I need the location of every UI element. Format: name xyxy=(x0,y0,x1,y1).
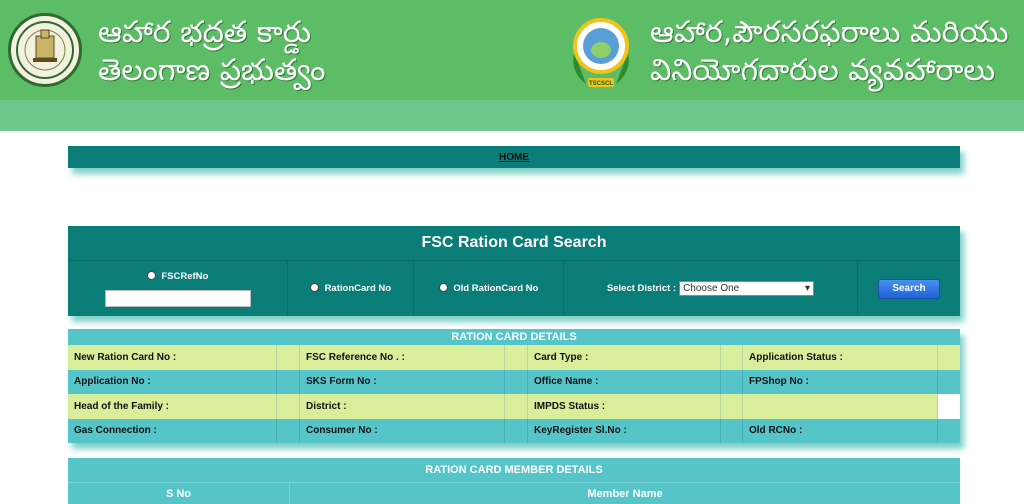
details-label: District : xyxy=(300,394,505,419)
details-label: FPShop No : xyxy=(743,369,938,394)
header-strip xyxy=(0,100,1024,131)
nav-bar: HOME xyxy=(68,146,960,168)
rationcard-radio[interactable] xyxy=(309,283,319,292)
details-label: IMPDS Status : xyxy=(528,394,721,419)
details-label: Consumer No : xyxy=(300,418,505,443)
title-left-line1: ఆహార భద్రత కార్డు xyxy=(98,15,311,50)
old-rationcard-cell: Old RationCard No xyxy=(413,260,563,316)
details-label: Gas Connection : xyxy=(68,418,277,443)
details-heading: RATION CARD DETAILS xyxy=(68,329,960,345)
tscscl-logo-icon: TSCSCL xyxy=(566,12,636,90)
district-cell: Select District : Choose One ▾ xyxy=(563,260,857,316)
page-header: ఆహార భద్రత కార్డు తెలంగాణ ప్రభుత్వం TSCS… xyxy=(0,0,1024,100)
title-left: ఆహార భద్రత కార్డు తెలంగాణ ప్రభుత్వం xyxy=(98,14,325,90)
old-rationcard-label: Old RationCard No xyxy=(453,283,539,294)
details-label: Head of the Family : xyxy=(68,394,277,419)
details-label: Application No : xyxy=(68,369,277,394)
district-selected: Choose One xyxy=(683,283,740,294)
ration-card-details: RATION CARD DETAILS New Ration Card No :… xyxy=(68,329,960,443)
details-label: FSC Reference No . : xyxy=(300,345,505,370)
search-row: FSCRefNo RationCard No Old RationCard No… xyxy=(68,260,960,316)
details-label: Old RCNo : xyxy=(743,418,938,443)
title-left-line2: తెలంగాణ ప్రభుత్వం xyxy=(98,53,326,88)
fscref-input[interactable] xyxy=(104,289,251,307)
district-select[interactable]: Choose One ▾ xyxy=(679,281,815,296)
members-col-sno: S No xyxy=(68,483,290,504)
title-right-line2: వినియోగదారుల వ్యవహారాలు xyxy=(650,53,996,88)
rationcard-label: RationCard No xyxy=(324,283,392,294)
details-label: KeyRegister Sl.No : xyxy=(528,418,721,443)
details-value xyxy=(938,370,960,395)
details-row: Gas Connection : Consumer No : KeyRegist… xyxy=(68,418,960,444)
search-panel: FSC Ration Card Search FSCRefNo RationCa… xyxy=(68,226,960,316)
details-value xyxy=(505,394,528,419)
details-label: Application Status : xyxy=(743,345,938,370)
rationcard-cell: RationCard No xyxy=(287,260,413,316)
logo-right-text: TSCSCL xyxy=(589,81,613,87)
details-value xyxy=(277,394,300,419)
details-label: SKS Form No : xyxy=(300,369,505,394)
old-rationcard-radio[interactable] xyxy=(438,283,448,292)
telangana-emblem-icon xyxy=(8,13,82,87)
details-value xyxy=(505,418,528,443)
details-value xyxy=(505,369,528,394)
search-button[interactable]: Search xyxy=(878,278,940,299)
chevron-down-icon: ▾ xyxy=(805,283,811,294)
members-col-name: Member Name xyxy=(587,487,663,500)
district-label: Select District : xyxy=(606,283,677,294)
details-label: Card Type : xyxy=(528,345,721,370)
details-row: Head of the Family : District : IMPDS St… xyxy=(68,394,960,419)
details-label: New Ration Card No : xyxy=(68,345,277,370)
details-label xyxy=(743,394,938,419)
fscref-radio[interactable] xyxy=(146,270,156,280)
details-value xyxy=(277,369,300,394)
details-value xyxy=(721,345,743,370)
title-right-line1: ఆహార,పౌరసరఫరాలు మరియు xyxy=(650,15,1009,50)
details-value xyxy=(721,394,743,419)
details-row: Application No : SKS Form No : Office Na… xyxy=(68,369,960,395)
member-details: RATION CARD MEMBER DETAILS S No Member N… xyxy=(68,458,960,504)
title-right: ఆహార,పౌరసరఫరాలు మరియు వినియోగదారుల వ్యవహ… xyxy=(650,14,1009,90)
details-row: New Ration Card No : FSC Reference No . … xyxy=(68,345,960,370)
details-label: Office Name : xyxy=(528,369,721,394)
fscref-label: FSCRefNo xyxy=(161,270,209,282)
search-button-cell: Search xyxy=(857,260,960,316)
details-value xyxy=(938,419,960,444)
details-value xyxy=(938,394,960,419)
members-heading: RATION CARD MEMBER DETAILS xyxy=(425,464,603,476)
details-value xyxy=(938,345,960,370)
members-header-row: S No Member Name xyxy=(68,482,960,504)
search-title: FSC Ration Card Search xyxy=(421,234,607,251)
details-value xyxy=(277,418,300,443)
fscref-cell: FSCRefNo xyxy=(68,260,287,316)
home-link[interactable]: HOME xyxy=(499,152,529,163)
details-value xyxy=(721,418,743,443)
details-value xyxy=(505,345,528,370)
details-value xyxy=(277,345,300,370)
details-value xyxy=(721,369,743,394)
